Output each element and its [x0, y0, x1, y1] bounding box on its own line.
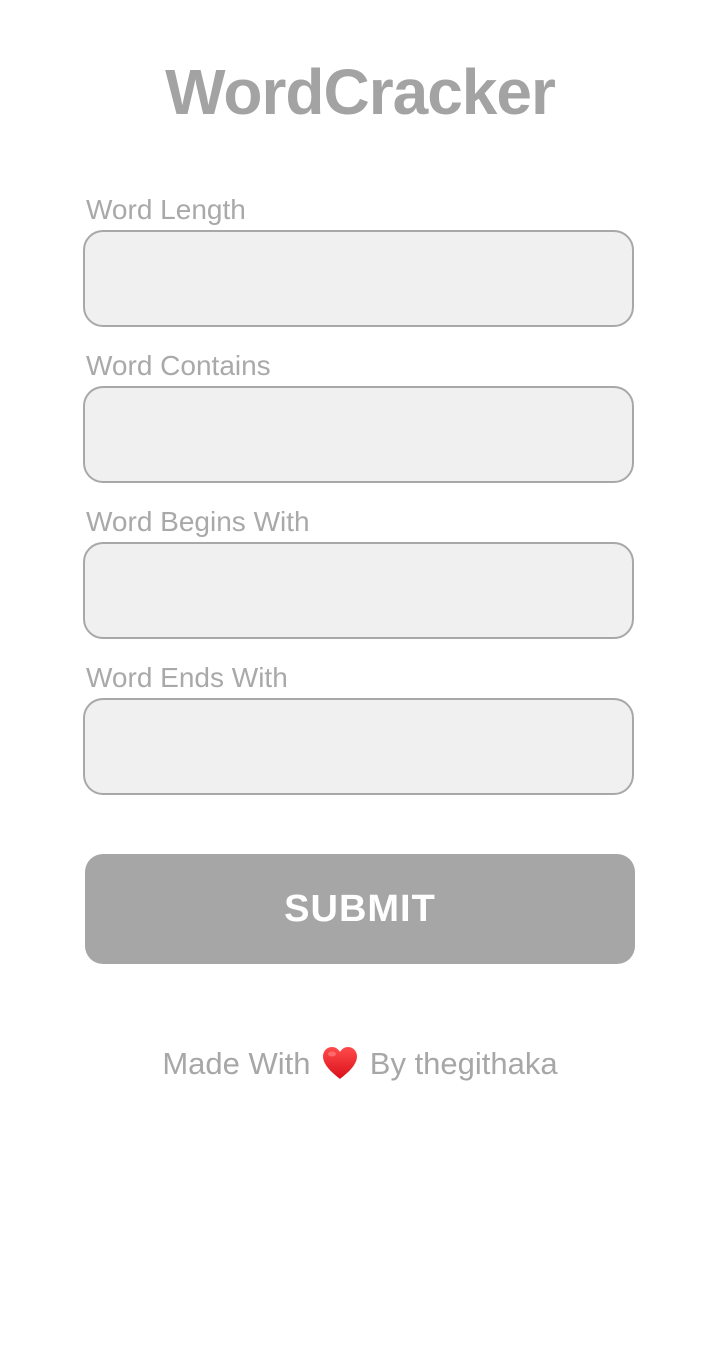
footer-prefix: Made With [162, 1046, 311, 1081]
word-length-input[interactable] [83, 230, 634, 327]
submit-button[interactable]: SUBMIT [85, 854, 635, 964]
word-contains-label: Word Contains [86, 350, 271, 381]
word-length-label: Word Length [86, 194, 246, 225]
footer-suffix: By thegithaka [369, 1046, 558, 1081]
word-ends-with-input[interactable] [83, 698, 634, 795]
word-contains-input[interactable] [83, 386, 634, 483]
word-begins-with-label: Word Begins With [86, 506, 310, 537]
word-begins-with-input[interactable] [83, 542, 634, 639]
word-ends-with-label: Word Ends With [86, 662, 288, 693]
footer-credit: Made With By thegithaka [0, 1042, 720, 1086]
heart-icon [321, 1045, 359, 1081]
app-title: WordCracker [165, 56, 556, 128]
